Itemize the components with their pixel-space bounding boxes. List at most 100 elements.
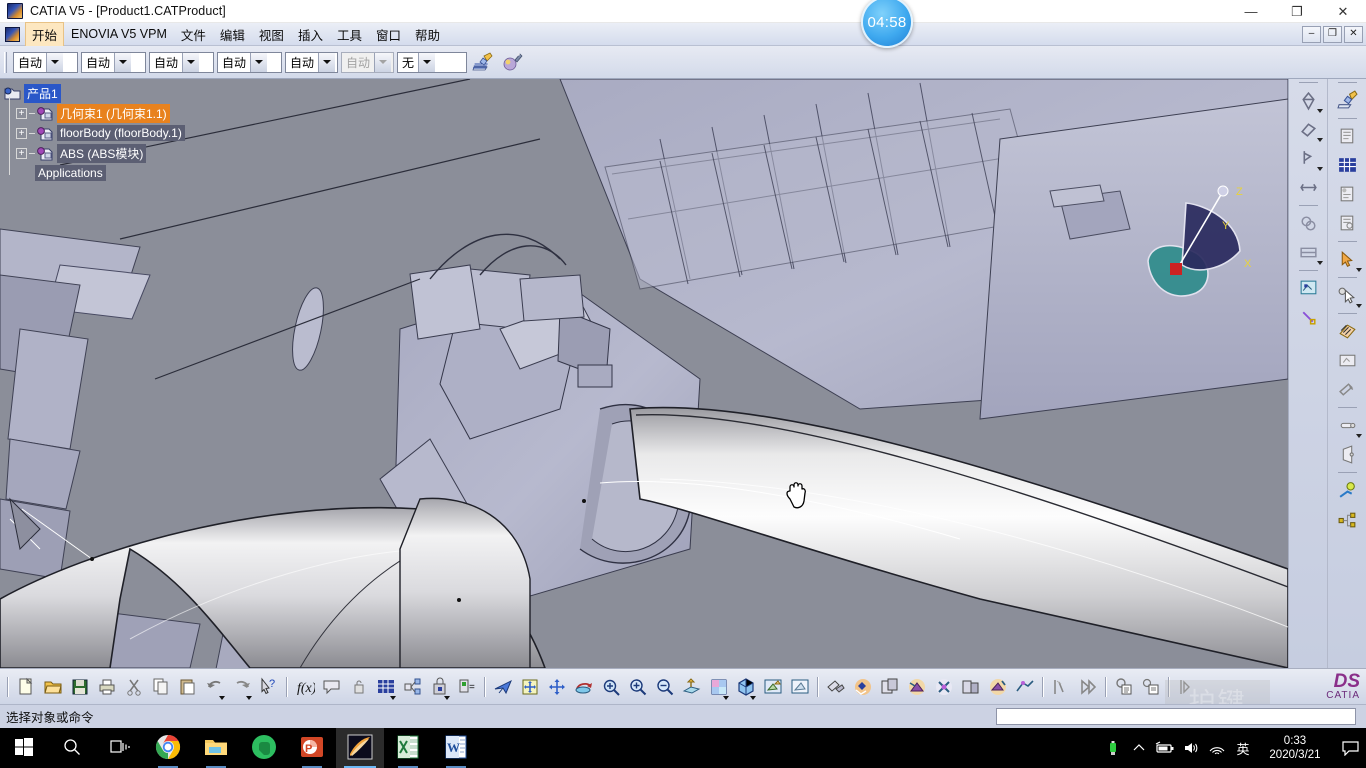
- combo-nomenclature[interactable]: 自动: [149, 51, 214, 73]
- toolbar-grip[interactable]: [4, 51, 7, 73]
- chevron-down-icon[interactable]: [750, 695, 756, 700]
- multi-view-icon[interactable]: [705, 673, 732, 701]
- apply-material-icon[interactable]: [470, 50, 496, 74]
- projector-icon[interactable]: [1328, 440, 1366, 469]
- assembly-design-icon[interactable]: [822, 673, 849, 701]
- paste-icon[interactable]: [174, 673, 201, 701]
- battery-icon[interactable]: [1152, 728, 1178, 768]
- start-button[interactable]: [0, 728, 48, 768]
- chevron-down-icon[interactable]: [250, 52, 268, 72]
- usb-icon[interactable]: [1100, 728, 1126, 768]
- isometric-view-icon[interactable]: [732, 673, 759, 701]
- tree-node-floorbody[interactable]: + floorBody (floorBody.1): [16, 123, 217, 143]
- combo-definition[interactable]: 自动: [285, 51, 338, 73]
- annotation-icon[interactable]: [1328, 375, 1366, 404]
- fast-forward-icon[interactable]: [1074, 673, 1101, 701]
- tree-node-geoset1[interactable]: + 几何束1 (几何束1.1): [16, 103, 217, 123]
- wireframe-surface-icon[interactable]: [1011, 673, 1038, 701]
- catalog-browser-icon[interactable]: [1328, 122, 1366, 151]
- fit-all-in-icon[interactable]: [516, 673, 543, 701]
- clipping-icon[interactable]: [1289, 238, 1328, 267]
- part-design-icon[interactable]: [984, 673, 1011, 701]
- select-gear-icon[interactable]: [1328, 281, 1366, 310]
- mdi-minimize-button[interactable]: –: [1302, 25, 1321, 43]
- zoom-in-out-icon[interactable]: [597, 673, 624, 701]
- simulation-icon[interactable]: [1328, 411, 1366, 440]
- chevron-down-icon[interactable]: [1317, 109, 1323, 113]
- pan-icon[interactable]: [543, 673, 570, 701]
- dmu-fitting-icon[interactable]: [957, 673, 984, 701]
- open-file-icon[interactable]: [39, 673, 66, 701]
- measure-between-icon[interactable]: [1289, 115, 1328, 144]
- menu-view[interactable]: 视图: [252, 22, 291, 47]
- wifi-icon[interactable]: [1204, 728, 1230, 768]
- hide-show-icon[interactable]: [786, 673, 813, 701]
- scene-browser-icon[interactable]: [1328, 346, 1366, 375]
- enhanced-scene-icon[interactable]: [1289, 274, 1328, 303]
- chevron-down-icon[interactable]: [114, 52, 132, 72]
- taskbar-powerpoint[interactable]: P: [288, 728, 336, 768]
- mdi-close-button[interactable]: ✕: [1344, 25, 1363, 43]
- render-style-icon[interactable]: [759, 673, 786, 701]
- chevron-down-icon[interactable]: [390, 695, 396, 700]
- taskbar-clock[interactable]: 0:33 2020/3/21: [1256, 728, 1334, 768]
- zoom-in-icon[interactable]: [624, 673, 651, 701]
- lock-knowledge-icon[interactable]: [426, 673, 453, 701]
- capture-icon[interactable]: [1110, 673, 1137, 701]
- chevron-down-icon[interactable]: [219, 695, 225, 700]
- album-icon[interactable]: [1137, 673, 1164, 701]
- normal-view-icon[interactable]: [678, 673, 705, 701]
- chevron-down-icon[interactable]: [723, 695, 729, 700]
- chevron-up-icon[interactable]: [1126, 728, 1152, 768]
- menu-enovia[interactable]: ENOVIA V5 VPM: [64, 24, 174, 44]
- combo-filter[interactable]: 无: [397, 51, 467, 73]
- menu-file[interactable]: 文件: [174, 22, 213, 47]
- copy-icon[interactable]: [147, 673, 174, 701]
- zoom-out-icon[interactable]: [651, 673, 678, 701]
- redo-icon[interactable]: [228, 673, 255, 701]
- close-button[interactable]: ✕: [1320, 0, 1366, 23]
- new-file-icon[interactable]: [12, 673, 39, 701]
- chevron-down-icon[interactable]: [318, 52, 336, 72]
- specification-tree[interactable]: 产品1 + 几何束1 (几何束1.1) + floorBody (floorBody.1…: [2, 83, 217, 183]
- taskbar-evernote[interactable]: [240, 728, 288, 768]
- tree-expander-icon[interactable]: +: [16, 107, 27, 119]
- chevron-down-icon[interactable]: [1317, 261, 1323, 265]
- chevron-down-icon[interactable]: [1356, 268, 1362, 272]
- volume-icon[interactable]: [1178, 728, 1204, 768]
- assembly-tree-icon[interactable]: [1328, 505, 1366, 534]
- dmu-space-analysis-icon[interactable]: [903, 673, 930, 701]
- chevron-down-icon[interactable]: [1317, 167, 1323, 171]
- 3d-viewport[interactable]: Z Y X z x y 产品1+几何束1 (几何束1.1)+floorBody …: [0, 79, 1288, 668]
- menu-edit[interactable]: 编辑: [213, 22, 252, 47]
- generative-design-icon[interactable]: [849, 673, 876, 701]
- taskbar-word[interactable]: W: [432, 728, 480, 768]
- chevron-down-icon[interactable]: [1356, 434, 1362, 438]
- equivalent-dimensions-icon[interactable]: =: [453, 673, 480, 701]
- menu-start[interactable]: 开始: [25, 21, 65, 47]
- hatch-tool-icon[interactable]: [1328, 317, 1366, 346]
- taskbar-chrome[interactable]: [144, 728, 192, 768]
- combo-instance-name[interactable]: 自动: [81, 51, 146, 73]
- measure-distance-icon[interactable]: [1289, 173, 1328, 202]
- notification-icon[interactable]: [1334, 728, 1366, 768]
- rendering-style-icon[interactable]: [499, 50, 525, 74]
- print-icon[interactable]: [93, 673, 120, 701]
- combo-part-number[interactable]: 自动: [13, 51, 78, 73]
- combo-revision[interactable]: 自动: [217, 51, 282, 73]
- chevron-down-icon[interactable]: [444, 695, 450, 700]
- cut-icon[interactable]: [120, 673, 147, 701]
- chevron-down-icon[interactable]: [182, 52, 200, 72]
- menu-help[interactable]: 帮助: [408, 22, 447, 47]
- snap-icon[interactable]: [1289, 303, 1328, 332]
- dmu-navigator-icon[interactable]: [876, 673, 903, 701]
- minimize-button[interactable]: —: [1228, 0, 1274, 23]
- whats-this-help-icon[interactable]: ?: [255, 673, 282, 701]
- chevron-down-icon[interactable]: [1356, 304, 1362, 308]
- section-tool-icon[interactable]: [1047, 673, 1074, 701]
- dmu-kinematics-icon[interactable]: [930, 673, 957, 701]
- tree-expander-icon[interactable]: +: [16, 147, 27, 159]
- fitting-icon[interactable]: [1328, 476, 1366, 505]
- mdi-restore-button[interactable]: ❐: [1323, 25, 1342, 43]
- chevron-down-icon[interactable]: [246, 695, 252, 700]
